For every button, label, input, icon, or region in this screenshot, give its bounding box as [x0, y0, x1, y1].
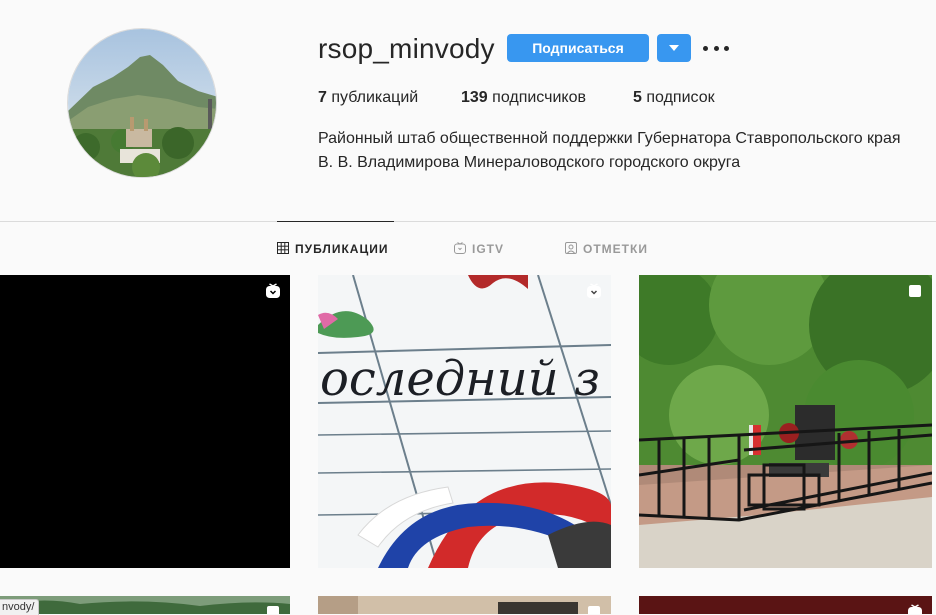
stat-followers[interactable]: 139 подписчиков — [461, 88, 586, 108]
active-tab-indicator — [277, 221, 394, 222]
stat-following[interactable]: 5 подписок — [633, 88, 715, 108]
profile-bio: Районный штаб общественной поддержки Губ… — [318, 127, 928, 175]
tab-tagged-label: ОТМЕТКИ — [583, 242, 648, 256]
stat-posts: 7 публикаций — [318, 88, 418, 108]
profile-username: rsop_minvody — [318, 33, 495, 64]
post-tile[interactable] — [0, 275, 290, 568]
post-tile[interactable] — [318, 596, 611, 614]
follow-button[interactable]: Подписаться — [507, 34, 649, 62]
suggested-accounts-button[interactable] — [657, 34, 691, 62]
post-tile[interactable] — [0, 596, 290, 614]
stat-posts-label: публикаций — [331, 89, 419, 106]
tab-tagged[interactable]: ОТМЕТКИ — [565, 241, 648, 257]
stat-followers-label: подписчиков — [492, 89, 586, 106]
options-dot — [724, 45, 729, 51]
status-url: nvody/ — [0, 599, 40, 615]
chevron-down-icon — [669, 45, 679, 51]
grid-icon — [277, 241, 289, 257]
profile-avatar — [67, 28, 217, 178]
post-tile[interactable] — [639, 275, 932, 568]
stat-posts-count: 7 — [318, 89, 327, 106]
post-tile[interactable]: оследний з — [318, 275, 611, 568]
bio-line: В. В. Владимирова Минераловодского город… — [318, 154, 741, 171]
post-image-text: оследний з — [320, 351, 600, 407]
igtv-icon — [454, 241, 466, 257]
tabs-divider — [0, 221, 936, 222]
post-tile[interactable] — [639, 596, 932, 614]
igtv-icon — [907, 604, 923, 614]
options-dot — [703, 45, 708, 51]
options-dot — [713, 45, 719, 51]
carousel-icon — [907, 283, 923, 299]
bio-line: Районный штаб общественной поддержки Губ… — [318, 130, 901, 147]
tab-posts-label: ПУБЛИКАЦИИ — [295, 242, 389, 256]
igtv-icon — [265, 283, 281, 299]
tagged-icon — [565, 241, 577, 257]
stat-followers-count: 139 — [461, 89, 488, 106]
stat-following-label: подписок — [646, 89, 715, 106]
carousel-icon — [265, 604, 281, 614]
options-button[interactable] — [703, 38, 729, 58]
tab-igtv-label: IGTV — [472, 242, 505, 256]
igtv-icon — [586, 283, 602, 299]
carousel-icon — [586, 604, 602, 614]
tab-igtv[interactable]: IGTV — [454, 241, 504, 257]
stat-following-count: 5 — [633, 89, 642, 106]
tab-posts[interactable]: ПУБЛИКАЦИИ — [277, 241, 388, 257]
